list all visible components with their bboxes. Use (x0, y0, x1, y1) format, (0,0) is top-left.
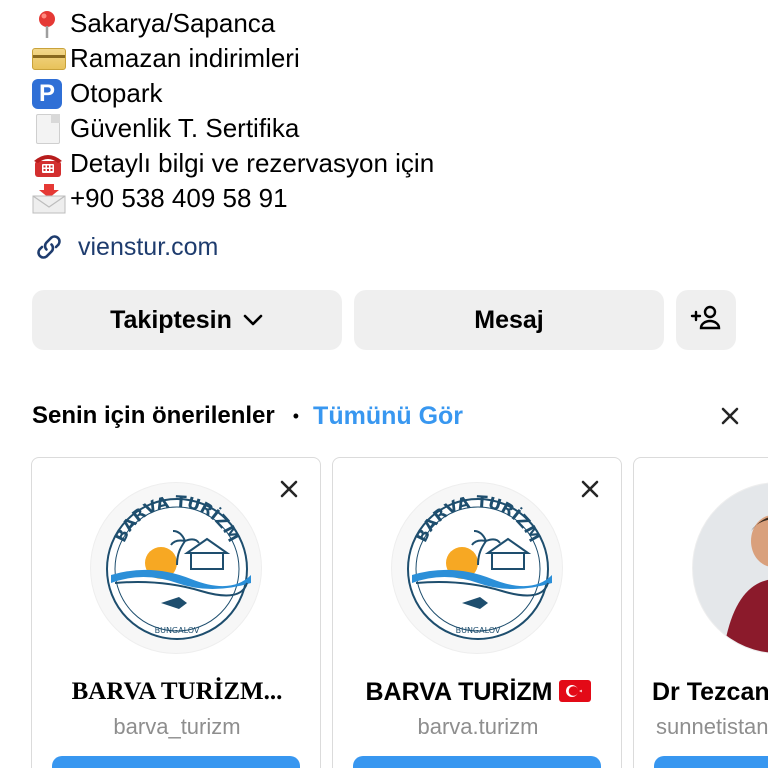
turkey-flag-icon (558, 680, 591, 702)
parking-icon: P (32, 78, 70, 109)
suggestion-username: barva.turizm (417, 714, 539, 739)
suggestions-title: Senin için önerilenler (32, 402, 275, 429)
bio-info-text: Detaylı bilgi ve rezervasyon için (70, 148, 435, 178)
bio-discount-text: Ramazan indirimleri (70, 43, 300, 73)
bio-line-location: Sakarya/Sapanca (32, 6, 434, 41)
separator-dot: • (292, 405, 300, 426)
close-icon[interactable] (278, 478, 300, 500)
bio-line-parking: P Otopark (32, 76, 434, 111)
close-icon[interactable] (579, 478, 601, 500)
follow-button[interactable] (353, 756, 601, 768)
following-button-label: Takiptesin (110, 305, 232, 334)
svg-text:BUNGALOV: BUNGALOV (456, 626, 501, 635)
profile-actions: Takiptesin Mesaj (32, 290, 736, 350)
credit-card-icon (32, 44, 70, 74)
pin-icon (32, 9, 70, 39)
suggestion-card[interactable]: Dr Tezcan sunnetistan (633, 457, 768, 768)
link-icon (32, 230, 66, 264)
follow-button[interactable] (52, 756, 300, 768)
document-icon (32, 113, 70, 144)
close-icon[interactable] (718, 404, 742, 428)
svg-text:BUNGALOV: BUNGALOV (155, 626, 200, 635)
avatar[interactable]: BUNGALOV BARVA TURİZM (391, 482, 563, 654)
bio-certificate-text: Güvenlik T. Sertifika (70, 113, 300, 143)
website-link[interactable]: vienstur.com (32, 230, 218, 264)
following-button[interactable]: Takiptesin (32, 290, 342, 350)
avatar[interactable] (692, 482, 768, 654)
suggestion-name[interactable]: BARVA TURİZM... (32, 678, 320, 706)
bio: Sakarya/Sapanca Ramazan indirimleri P Ot… (32, 6, 434, 216)
bio-location-text: Sakarya/Sapanca (70, 8, 276, 38)
suggestion-card[interactable]: BUNGALOV BARVA TURİZM BARVA TURİZM barva… (332, 457, 622, 768)
person-photo (693, 483, 768, 653)
avatar[interactable]: BUNGALOV BARVA TURİZM (90, 482, 262, 654)
see-all-link[interactable]: Tümünü Gör (313, 402, 463, 431)
suggest-people-button[interactable] (676, 290, 736, 350)
follow-button[interactable] (654, 756, 768, 768)
suggestion-card[interactable]: BUNGALOV BARVA TURİZM BARVA TURİZM... ba… (31, 457, 321, 768)
suggestion-name[interactable]: BARVA TURİZM (333, 678, 621, 707)
add-person-icon (690, 304, 722, 337)
chevron-down-icon (242, 313, 264, 327)
incoming-envelope-icon (32, 183, 70, 214)
bio-phone-text[interactable]: +90 538 409 58 91 (70, 183, 288, 214)
bio-line-certificate: Güvenlik T. Sertifika (32, 111, 434, 146)
suggestion-username: sunnetistan (656, 714, 768, 739)
message-button-label: Mesaj (474, 305, 544, 334)
website-link-text[interactable]: vienstur.com (78, 233, 218, 262)
bio-line-info: Detaylı bilgi ve rezervasyon için (32, 146, 434, 181)
suggestion-name-text: BARVA TURİZM (365, 678, 553, 706)
suggestions-header: Senin için önerilenler • Tümünü Gör (32, 398, 742, 434)
bio-line-discount: Ramazan indirimleri (32, 41, 434, 76)
suggestion-username: barva_turizm (113, 714, 241, 739)
barva-logo: BUNGALOV BARVA TURİZM (407, 492, 552, 640)
bio-parking-text: Otopark (70, 78, 163, 108)
bio-line-phone: +90 538 409 58 91 (32, 181, 434, 216)
suggestion-name[interactable]: Dr Tezcan (652, 678, 768, 707)
telephone-icon (32, 149, 70, 179)
message-button[interactable]: Mesaj (354, 290, 664, 350)
barva-logo: BUNGALOV BARVA TURİZM (106, 492, 251, 640)
